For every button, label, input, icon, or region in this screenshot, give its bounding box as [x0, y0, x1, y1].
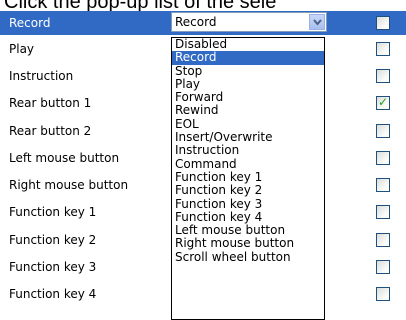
dropdown-item[interactable]: Insert/Overwrite	[172, 130, 324, 144]
dropdown-item[interactable]: Function key 4	[172, 210, 324, 224]
row-label: Instruction	[9, 68, 74, 83]
checkbox[interactable]	[376, 260, 390, 275]
checkbox[interactable]	[376, 41, 390, 56]
checkbox[interactable]	[376, 232, 390, 247]
dropdown-item[interactable]: Function key 2	[172, 184, 324, 197]
dropdown-item[interactable]: Left mouse button	[172, 224, 324, 237]
row-label: Rear button 2	[9, 123, 92, 138]
row-label: Function key 2	[9, 232, 97, 247]
dropdown-item[interactable]: Stop	[172, 64, 324, 78]
dropdown-item[interactable]: Right mouse button	[172, 237, 324, 250]
dropdown-item[interactable]: Instruction	[172, 144, 324, 157]
row-label: Function key 1	[9, 205, 97, 220]
checkbox[interactable]	[376, 150, 390, 165]
row-label: Function key 3	[9, 260, 97, 275]
row-label: Function key 4	[9, 287, 97, 302]
chevron-down-icon	[313, 19, 322, 26]
select-value: Record	[175, 15, 217, 29]
dropdown-item[interactable]: Function key 1	[172, 170, 324, 184]
action-select[interactable]: Record	[171, 12, 327, 32]
checkbox[interactable]	[376, 16, 390, 30]
dropdown-item[interactable]: Scroll wheel button	[172, 250, 324, 264]
checkbox[interactable]	[376, 68, 390, 83]
row-label: Rear button 1	[9, 96, 92, 111]
dropdown-item[interactable]: Function key 3	[172, 197, 324, 211]
dropdown-item-highlighted[interactable]: Record	[172, 51, 324, 65]
dropdown-item[interactable]: Forward	[172, 91, 324, 104]
checkbox[interactable]	[376, 178, 390, 193]
dropdown-item[interactable]: Disabled	[172, 38, 324, 51]
row-label: Record	[9, 16, 51, 30]
row-label: Left mouse button	[9, 150, 120, 165]
checkbox[interactable]	[376, 123, 390, 138]
dropdown-item[interactable]: EOL	[172, 117, 324, 131]
row-label: Right mouse button	[9, 178, 129, 193]
checkbox[interactable]: ✓	[376, 95, 390, 111]
dropdown-item[interactable]: Play	[172, 77, 324, 91]
row-label: Play	[9, 41, 35, 56]
checkbox[interactable]	[376, 205, 390, 220]
dropdown-item[interactable]: Command	[172, 157, 324, 171]
checkbox[interactable]	[376, 287, 390, 302]
checkmark-icon: ✓	[377, 95, 389, 110]
dropdown-list[interactable]: Disabled Record Stop Play Forward Rewind…	[171, 37, 325, 320]
dropdown-button[interactable]	[309, 14, 325, 30]
dropdown-item[interactable]: Rewind	[172, 104, 324, 117]
